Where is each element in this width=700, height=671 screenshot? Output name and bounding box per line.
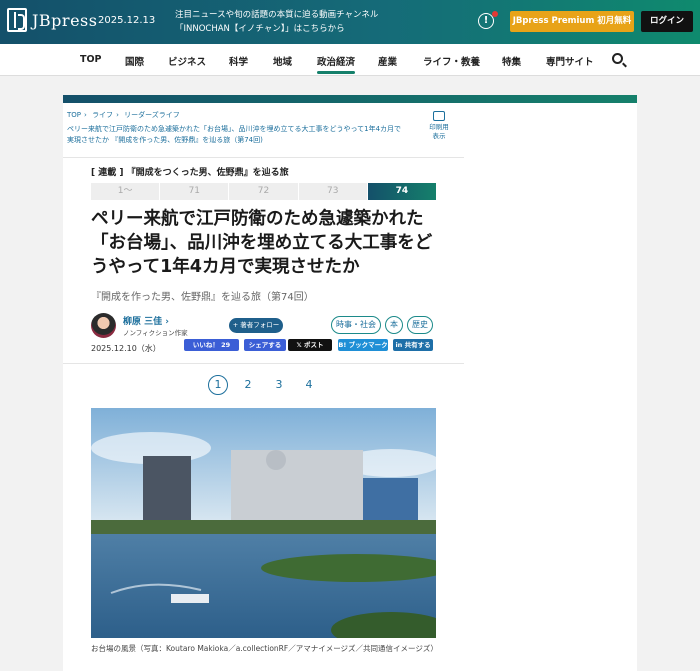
login-button[interactable]: ログイン	[641, 11, 693, 32]
page-4-link[interactable]: 4	[299, 375, 319, 395]
series-tabs: 1～ 71 72 73 74	[91, 183, 437, 200]
nav-item-industry[interactable]: 産業	[378, 54, 397, 68]
publish-date: 2025.12.10（水）	[91, 344, 161, 353]
nav-item-politics-economy[interactable]: 政治経済	[317, 54, 356, 74]
search-icon[interactable]	[612, 53, 623, 64]
printer-icon	[433, 111, 445, 121]
print-button[interactable]: 印刷用 表示	[427, 111, 451, 141]
breadcrumb-item-life[interactable]: ライフ	[92, 111, 113, 119]
sidebar	[464, 103, 637, 671]
series-tab[interactable]: 73	[298, 183, 368, 200]
article-ribbon	[63, 95, 637, 103]
top-bar: JBpress 2025.12.13 注目ニュースや旬の話題の本質に迫る動画チャ…	[0, 0, 700, 44]
facebook-share-button[interactable]: シェアする	[244, 339, 286, 351]
series-tab[interactable]: 71	[160, 183, 230, 200]
page-1-link[interactable]: 1	[208, 375, 228, 395]
nav-item-features[interactable]: 特集	[502, 54, 521, 68]
linkedin-share-button[interactable]: in 共有する	[393, 339, 433, 351]
print-label-2: 表示	[432, 132, 446, 140]
facebook-like-button[interactable]: いいね！ 29	[184, 339, 239, 351]
breadcrumb-chevron-icon: ›	[116, 111, 119, 119]
series-tab-current[interactable]: 74	[367, 183, 437, 200]
article: TOP › ライフ › リーダーズライフ ペリー来航で江戸防衛のため急遽築かれた「お…	[63, 103, 464, 671]
breadcrumb-item-leaders-life[interactable]: リーダーズライフ	[124, 111, 180, 119]
odaiba-photo	[91, 408, 436, 638]
x-post-button[interactable]: 𝕏 ポスト	[288, 339, 332, 351]
nav-item-top[interactable]: TOP	[80, 54, 102, 65]
logo-text: JBpress	[32, 10, 98, 30]
notification-dot	[492, 11, 498, 17]
divider	[63, 363, 464, 364]
promo-line-1: 注目ニュースや旬の話題の本質に迫る動画チャンネル	[175, 10, 379, 20]
jbpress-logo[interactable]: JBpress	[7, 8, 97, 32]
author-role: ノンフィクション作家	[123, 329, 188, 337]
series-tab[interactable]: 72	[229, 183, 299, 200]
page-3-link[interactable]: 3	[269, 375, 289, 395]
breadcrumb-article-title[interactable]: ペリー来航で江戸防衛のため急遽築かれた「お台場」、品川沖を埋め立てる大工事をどう…	[67, 124, 407, 146]
series-tab[interactable]: 1～	[91, 183, 161, 200]
author-follow-button[interactable]: + 著者フォロー	[229, 318, 283, 333]
tag-society[interactable]: 時事・社会	[331, 316, 381, 334]
main-nav: TOP 国際 ビジネス 科学 地域 政治経済 産業 ライフ・教養 特集 専門サイ…	[0, 44, 700, 76]
nav-item-business[interactable]: ビジネス	[168, 54, 206, 68]
nav-item-international[interactable]: 国際	[125, 54, 144, 68]
print-label-1: 印刷用	[429, 123, 449, 131]
tag-history[interactable]: 歴史	[407, 316, 433, 334]
author-name[interactable]: 柳原 三佳 ›	[123, 314, 169, 327]
article-subtitle: 『開成を作った男、佐野鼎』を辿る旅（第74回）	[91, 292, 314, 303]
tag-books[interactable]: 本	[385, 316, 403, 334]
innochan-promo-link[interactable]: 注目ニュースや旬の話題の本質に迫る動画チャンネル 「INNOCHAN【イノチャン…	[175, 8, 378, 36]
promo-line-2: 「INNOCHAN【イノチャン】」はこちらから	[175, 24, 345, 34]
logo-mark-icon	[7, 8, 27, 32]
divider	[63, 157, 464, 158]
nav-item-region[interactable]: 地域	[273, 54, 292, 68]
premium-trial-button[interactable]: JBpress Premium 初月無料	[510, 11, 634, 32]
hatena-bookmark-button[interactable]: B! ブックマーク	[338, 339, 388, 351]
breadcrumb-chevron-icon: ›	[84, 111, 87, 119]
nav-item-specialty-sites[interactable]: 専門サイト	[546, 54, 594, 68]
nav-item-science[interactable]: 科学	[229, 54, 248, 68]
nav-item-life[interactable]: ライフ・教養	[423, 54, 480, 68]
series-title[interactable]: [ 連載 ] 『開成をつくった男、佐野鼎』を辿る旅	[91, 165, 289, 178]
breadcrumb-item-top[interactable]: TOP	[67, 111, 81, 119]
page-2-link[interactable]: 2	[238, 375, 258, 395]
header-date: 2025.12.13	[98, 15, 156, 26]
breadcrumb: TOP › ライフ › リーダーズライフ	[67, 110, 183, 120]
photo-caption: お台場の風景（写真：Koutaro Makioka／a.collectionRF…	[91, 644, 438, 653]
author-avatar[interactable]	[91, 313, 116, 338]
article-headline: ペリー来航で江戸防衛のため急遽築かれた「お台場」、品川沖を埋め立てる大工事をどう…	[91, 209, 433, 277]
